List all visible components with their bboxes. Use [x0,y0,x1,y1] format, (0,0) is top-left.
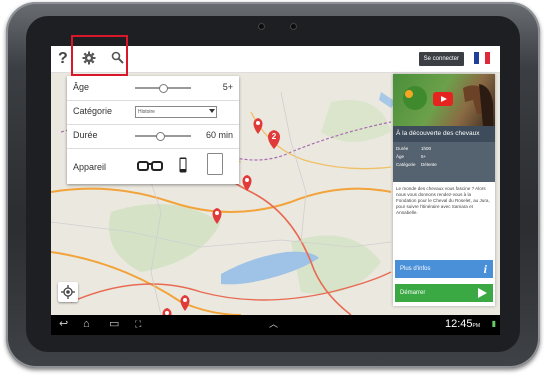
meta-duration-key: Durée [396,146,409,151]
home-icon[interactable]: ⌂ [83,317,90,331]
filter-category-label: Catégorie [73,106,113,116]
clock-time: 12:45 [444,318,473,330]
filter-device-label: Appareil [73,162,107,172]
filter-row-device: Appareil [67,148,239,184]
filter-duration-value: 60 min [205,130,233,140]
flag-stripe-red [484,52,490,64]
language-flag-icon[interactable] [474,52,490,64]
filter-age-value: 5+ [222,82,233,92]
screenshot-icon[interactable]: ⛶ [135,317,141,331]
category-select[interactable]: Histoire [135,106,217,118]
cluster-count: 2 [272,132,277,141]
battery-icon: ▮ [491,319,496,328]
filter-duration-label: Durée [73,130,98,140]
info-icon: i [483,262,487,276]
tablet-icon[interactable] [207,153,223,175]
video-thumbnail[interactable] [393,74,495,126]
meta-duration-value: 1h00 [421,146,432,151]
clock-ampm: PM [472,323,481,329]
status-clock: 12:45PM [445,318,480,330]
back-icon[interactable]: ↩ [59,317,68,331]
filter-row-duration: Durée 60 min [67,124,239,149]
play-button-icon[interactable] [433,92,453,106]
crosshair-icon [61,285,75,299]
card-meta: Durée 1h00 Âge 5+ Catégorie Détente [393,142,495,182]
meta-age-key: Âge [396,154,405,159]
system-nav-bar: ↩ ⌂ ▭ ⛶ ︿ 12:45PM ▮ [51,315,500,335]
meta-category-key: Catégorie [396,162,416,167]
duration-slider-handle[interactable] [156,132,166,141]
age-slider[interactable] [135,84,191,93]
filter-panel: Âge 5+ Catégorie Histoire Durée 60 min A… [67,76,239,184]
highlight-box [71,35,128,76]
card-title: À la découverte des chevaux [393,126,495,142]
more-info-button[interactable]: Plus d'infos i [395,260,493,278]
chevron-down-icon [209,109,215,113]
chevron-up-icon[interactable]: ︿ [269,317,278,331]
card-description: Le monde des chevaux vous fascine ? Alor… [396,186,490,215]
filter-row-age: Âge 5+ [67,76,239,101]
front-camera [291,24,296,29]
filter-age-label: Âge [73,82,90,92]
duration-slider[interactable] [135,132,191,141]
question-mark-icon[interactable]: ? [58,50,68,68]
meta-age-value: 5+ [421,154,427,159]
play-arrow-icon [478,288,487,298]
camera-sensor [259,24,264,29]
login-button[interactable]: Se connecter [418,52,464,66]
more-info-label: Plus d'infos [400,266,431,272]
category-selected-value: Histoire [138,109,155,115]
locate-me-button[interactable] [58,282,78,302]
recent-apps-icon[interactable]: ▭ [109,317,119,331]
app-screen: 2 ? Se connecter Âge 5+ Catégorie Histoi… [51,46,500,335]
meta-category-value: Détente [421,162,437,167]
phone-icon[interactable] [179,157,187,173]
age-slider-handle[interactable] [159,84,168,93]
start-button[interactable]: Démarrer [395,284,493,302]
glasses-icon[interactable] [137,160,163,172]
start-label: Démarrer [400,290,426,296]
filter-row-category: Catégorie Histoire [67,100,239,125]
tour-detail-card: À la découverte des chevaux Durée 1h00 Â… [393,74,495,306]
